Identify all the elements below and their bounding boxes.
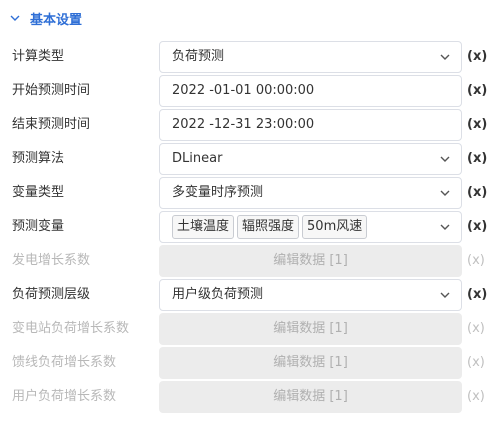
field-label: 负荷预测层级 [12, 287, 91, 302]
variable-tag[interactable]: 土壤温度 [172, 215, 235, 239]
expression-toggle[interactable]: (x) [467, 108, 487, 142]
algorithm-select[interactable]: DLinear [159, 143, 462, 175]
button-label: 编辑数据 [1] [273, 321, 348, 336]
variable-tag[interactable]: 50m风速 [302, 215, 368, 239]
select-value: 多变量时序预测 [172, 185, 264, 200]
start-time-input[interactable]: 2022 -01-01 00:00:00 [159, 75, 462, 107]
button-label: 编辑数据 [1] [273, 253, 348, 268]
predict-variables-multiselect[interactable]: 土壤温度 辐照强度 50m风速 [159, 211, 462, 243]
expression-toggle: (x) [467, 389, 485, 404]
variable-type-select[interactable]: 多变量时序预测 [159, 177, 462, 209]
input-value: 2022 -01-01 00:00:00 [172, 83, 315, 98]
load-level-select[interactable]: 用户级负荷预测 [159, 279, 462, 311]
edit-data-button[interactable]: 编辑数据 [1] [159, 313, 462, 345]
select-value: 负荷预测 [172, 49, 225, 64]
field-row-substation-growth: 变电站负荷增长系数 编辑数据 [1] (x) [0, 312, 490, 346]
select-value: DLinear [172, 151, 223, 166]
field-label: 预测变量 [12, 219, 65, 234]
expression-toggle[interactable]: (x) [467, 142, 487, 176]
field-row-variable-type: 变量类型 多变量时序预测 (x) [0, 176, 490, 210]
field-row-algorithm: 预测算法 DLinear (x) [0, 142, 490, 176]
expression-toggle[interactable]: (x) [467, 278, 487, 312]
edit-data-button[interactable]: 编辑数据 [1] [159, 245, 462, 277]
field-row-calc-type: 计算类型 负荷预测 (x) [0, 40, 490, 74]
variable-tag[interactable]: 辐照强度 [237, 215, 300, 239]
field-row-start-time: 开始预测时间 2022 -01-01 00:00:00 (x) [0, 74, 490, 108]
field-label: 用户负荷增长系数 [12, 389, 117, 404]
field-label: 开始预测时间 [12, 83, 91, 98]
chevron-down-icon [439, 51, 451, 63]
expression-toggle: (x) [467, 321, 485, 336]
field-row-generation-growth: 发电增长系数 编辑数据 [1] (x) [0, 244, 490, 278]
chevron-down-icon [439, 289, 451, 301]
button-label: 编辑数据 [1] [273, 389, 348, 404]
field-label: 馈线负荷增长系数 [12, 355, 117, 370]
field-row-user-growth: 用户负荷增长系数 编辑数据 [1] (x) [0, 380, 490, 414]
input-value: 2022 -12-31 23:00:00 [172, 117, 315, 132]
field-row-feeder-growth: 馈线负荷增长系数 编辑数据 [1] (x) [0, 346, 490, 380]
expression-toggle: (x) [467, 253, 485, 268]
field-label: 计算类型 [12, 49, 65, 64]
field-label: 结束预测时间 [12, 117, 91, 132]
chevron-down-icon [439, 221, 451, 233]
select-value: 用户级负荷预测 [172, 287, 264, 302]
section-title: 基本设置 [30, 12, 83, 28]
button-label: 编辑数据 [1] [273, 355, 348, 370]
field-row-end-time: 结束预测时间 2022 -12-31 23:00:00 (x) [0, 108, 490, 142]
chevron-down-icon [439, 153, 451, 165]
section-header-basic-settings[interactable]: 基本设置 [8, 6, 82, 30]
field-label: 变量类型 [12, 185, 65, 200]
field-row-load-level: 负荷预测层级 用户级负荷预测 (x) [0, 278, 490, 312]
expression-toggle: (x) [467, 355, 485, 370]
chevron-down-icon [439, 187, 451, 199]
field-row-predict-variables: 预测变量 土壤温度 辐照强度 50m风速 (x) [0, 210, 490, 244]
field-label: 变电站负荷增长系数 [12, 321, 130, 336]
expression-toggle[interactable]: (x) [467, 40, 487, 74]
expression-toggle[interactable]: (x) [467, 74, 487, 108]
edit-data-button[interactable]: 编辑数据 [1] [159, 381, 462, 413]
end-time-input[interactable]: 2022 -12-31 23:00:00 [159, 109, 462, 141]
field-label: 预测算法 [12, 151, 65, 166]
expression-toggle[interactable]: (x) [467, 210, 487, 244]
expression-toggle[interactable]: (x) [467, 176, 487, 210]
chevron-down-icon[interactable] [8, 11, 22, 25]
field-label: 发电增长系数 [12, 253, 91, 268]
edit-data-button[interactable]: 编辑数据 [1] [159, 347, 462, 379]
calc-type-select[interactable]: 负荷预测 [159, 41, 462, 73]
